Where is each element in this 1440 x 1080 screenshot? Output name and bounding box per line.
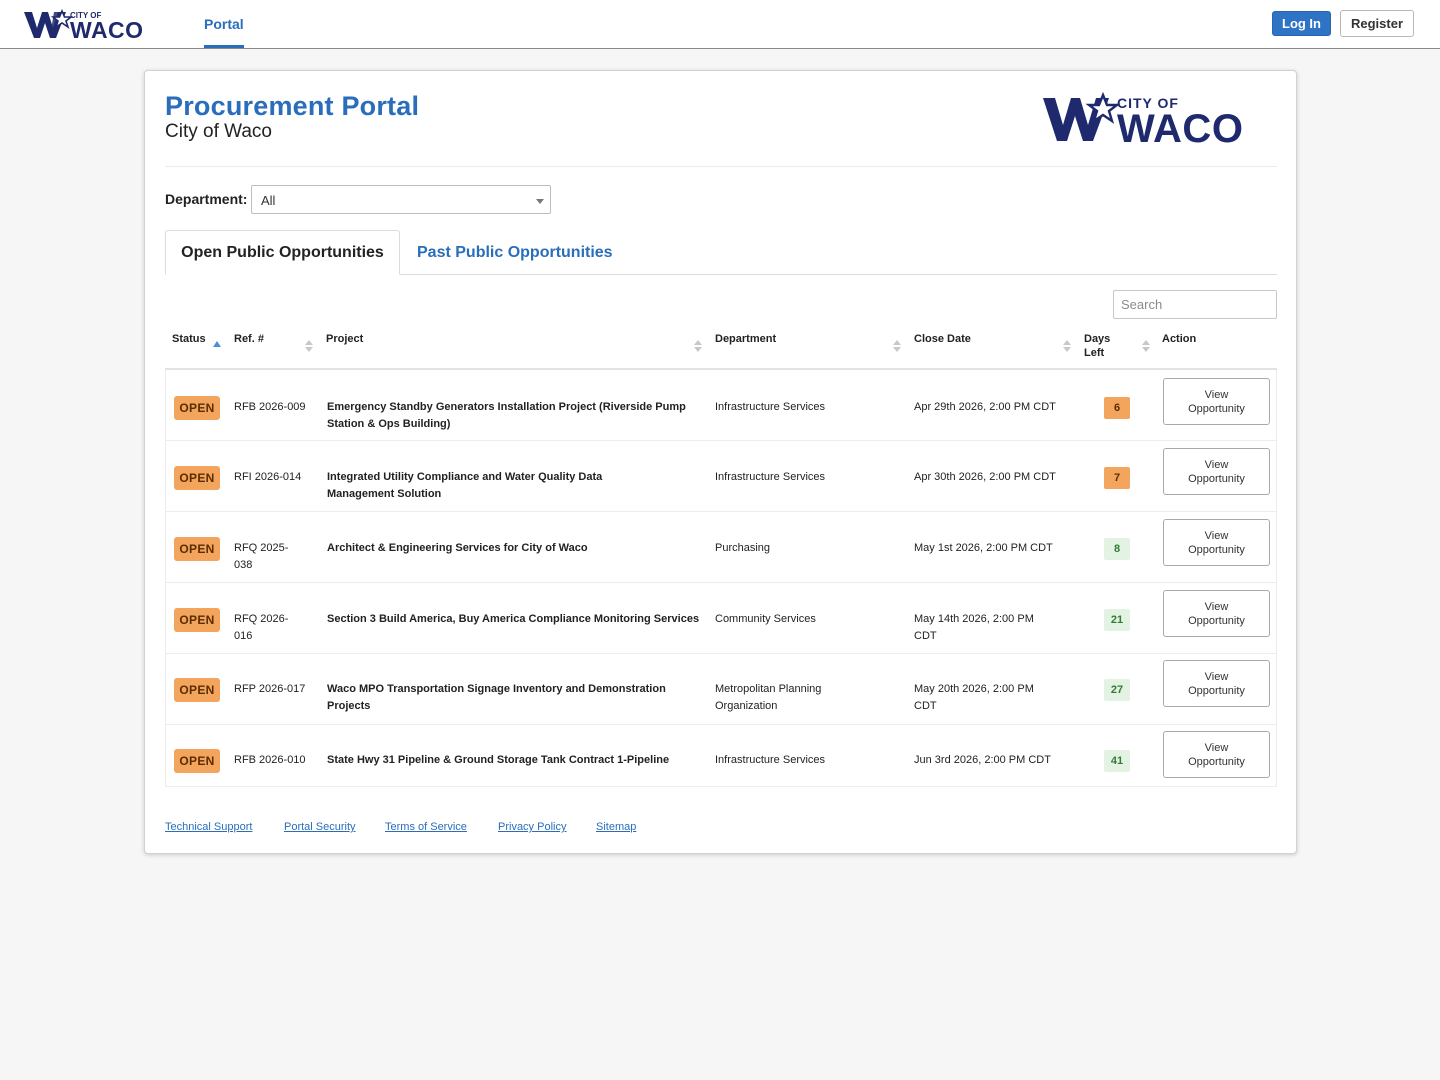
- footer-link-terms-of-service[interactable]: Terms of Service: [385, 821, 467, 833]
- days-left-badge: 7: [1104, 467, 1130, 489]
- status-badge: OPEN: [174, 608, 220, 632]
- column-header-days-left[interactable]: Days Left: [1084, 332, 1120, 360]
- sort-icon[interactable]: [893, 339, 901, 353]
- main-card: Procurement Portal City of Waco CITY OF …: [144, 70, 1297, 854]
- column-header-status[interactable]: Status: [172, 332, 206, 346]
- department-name: Metropolitan Planning Organization: [715, 683, 822, 712]
- footer-link-privacy-policy[interactable]: Privacy Policy: [498, 821, 566, 833]
- search-input[interactable]: [1113, 290, 1277, 319]
- card-logo-big-text: WACO: [1117, 107, 1243, 146]
- department-select-value: All: [261, 193, 276, 208]
- ref-number: RFQ 2026-016: [234, 613, 289, 642]
- department-name: Infrastructure Services: [715, 471, 826, 483]
- status-badge: OPEN: [174, 396, 220, 420]
- ref-number: RFQ 2025-038: [234, 542, 289, 571]
- project-name: Waco MPO Transportation Signage Inventor…: [327, 683, 666, 712]
- page-title: Procurement Portal: [165, 91, 420, 121]
- close-date: Apr 30th 2026, 2:00 PM CDT: [914, 471, 1056, 483]
- view-opportunity-button[interactable]: View Opportunity: [1163, 519, 1270, 566]
- sort-icon[interactable]: [305, 339, 313, 353]
- view-opportunity-button[interactable]: View Opportunity: [1163, 731, 1270, 778]
- table-row: OPEN RFQ 2025-038 Architect & Engineerin…: [166, 512, 1276, 583]
- column-header-ref[interactable]: Ref. #: [234, 332, 264, 346]
- city-of-waco-large-logo: CITY OF WACO: [1043, 92, 1243, 146]
- city-of-waco-logo[interactable]: CITY OF WACO: [24, 8, 170, 41]
- view-opportunity-button[interactable]: View Opportunity: [1163, 660, 1270, 707]
- top-navbar: CITY OF WACO Portal Log In Register: [0, 0, 1440, 49]
- column-header-department[interactable]: Department: [715, 332, 776, 346]
- table-row: OPEN RFP 2026-017 Waco MPO Transportatio…: [166, 654, 1276, 725]
- project-name: Section 3 Build America, Buy America Com…: [327, 613, 700, 625]
- ref-number: RFP 2026-017: [234, 683, 306, 695]
- close-date: May 14th 2026, 2:00 PM CDT: [914, 613, 1034, 642]
- table-header: Status Ref. # Project Department Close D…: [165, 327, 1277, 370]
- close-date: May 1st 2026, 2:00 PM CDT: [914, 542, 1053, 554]
- project-name: State Hwy 31 Pipeline & Ground Storage T…: [327, 754, 670, 766]
- status-badge: OPEN: [174, 537, 220, 561]
- page-subtitle: City of Waco: [165, 121, 272, 142]
- close-date: Apr 29th 2026, 2:00 PM CDT: [914, 401, 1056, 413]
- ref-number: RFI 2026-014: [234, 471, 302, 483]
- logo-big-text: WACO: [70, 17, 144, 41]
- project-name: Emergency Standby Generators Installatio…: [327, 401, 686, 430]
- days-left-badge: 21: [1104, 609, 1130, 631]
- days-left-badge: 6: [1104, 397, 1130, 419]
- status-badge: OPEN: [174, 678, 220, 702]
- column-header-action: Action: [1162, 333, 1197, 345]
- column-header-close-date[interactable]: Close Date: [914, 332, 971, 346]
- close-date: May 20th 2026, 2:00 PM CDT: [914, 683, 1034, 712]
- department-name: Community Services: [715, 613, 816, 625]
- footer-link-technical-support[interactable]: Technical Support: [165, 821, 252, 833]
- chevron-down-icon: [536, 199, 544, 204]
- department-name: Infrastructure Services: [715, 754, 826, 766]
- footer-link-sitemap[interactable]: Sitemap: [596, 821, 636, 833]
- days-left-badge: 27: [1104, 679, 1130, 701]
- table-row: OPEN RFQ 2026-016 Section 3 Build Americ…: [166, 583, 1276, 654]
- ref-number: RFB 2026-009: [234, 401, 306, 413]
- view-opportunity-button[interactable]: View Opportunity: [1163, 378, 1270, 425]
- table-row: OPEN RFB 2026-009 Emergency Standby Gene…: [166, 370, 1276, 441]
- project-name: Architect & Engineering Services for Cit…: [327, 542, 588, 554]
- status-badge: OPEN: [174, 466, 220, 490]
- days-left-badge: 41: [1104, 750, 1130, 772]
- close-date: Jun 3rd 2026, 2:00 PM CDT: [914, 754, 1051, 766]
- footer-link-portal-security[interactable]: Portal Security: [284, 821, 356, 833]
- sort-ascending-icon[interactable]: [213, 338, 221, 352]
- ref-number: RFB 2026-010: [234, 754, 306, 766]
- nav-tab-portal[interactable]: Portal: [204, 0, 244, 48]
- header-divider: [165, 166, 1277, 167]
- table-row: OPEN RFB 2026-010 State Hwy 31 Pipeline …: [166, 725, 1276, 786]
- project-name: Integrated Utility Compliance and Water …: [327, 471, 603, 500]
- sort-icon[interactable]: [694, 339, 702, 353]
- department-name: Purchasing: [715, 542, 771, 554]
- view-opportunity-button[interactable]: View Opportunity: [1163, 448, 1270, 495]
- login-button[interactable]: Log In: [1272, 11, 1331, 36]
- table-row: OPEN RFI 2026-014 Integrated Utility Com…: [166, 441, 1276, 512]
- department-label: Department:: [165, 191, 248, 207]
- view-opportunity-button[interactable]: View Opportunity: [1163, 590, 1270, 637]
- sort-icon[interactable]: [1063, 339, 1071, 353]
- department-select[interactable]: All: [251, 185, 551, 214]
- tab-open-opportunities[interactable]: Open Public Opportunities: [165, 230, 400, 275]
- table-body: OPEN RFB 2026-009 Emergency Standby Gene…: [165, 370, 1277, 787]
- status-badge: OPEN: [174, 749, 220, 773]
- register-button[interactable]: Register: [1340, 10, 1414, 37]
- tab-past-opportunities[interactable]: Past Public Opportunities: [417, 230, 613, 275]
- sort-icon[interactable]: [1142, 339, 1150, 353]
- department-name: Infrastructure Services: [715, 401, 826, 413]
- days-left-badge: 8: [1104, 538, 1130, 560]
- column-header-project[interactable]: Project: [326, 332, 363, 346]
